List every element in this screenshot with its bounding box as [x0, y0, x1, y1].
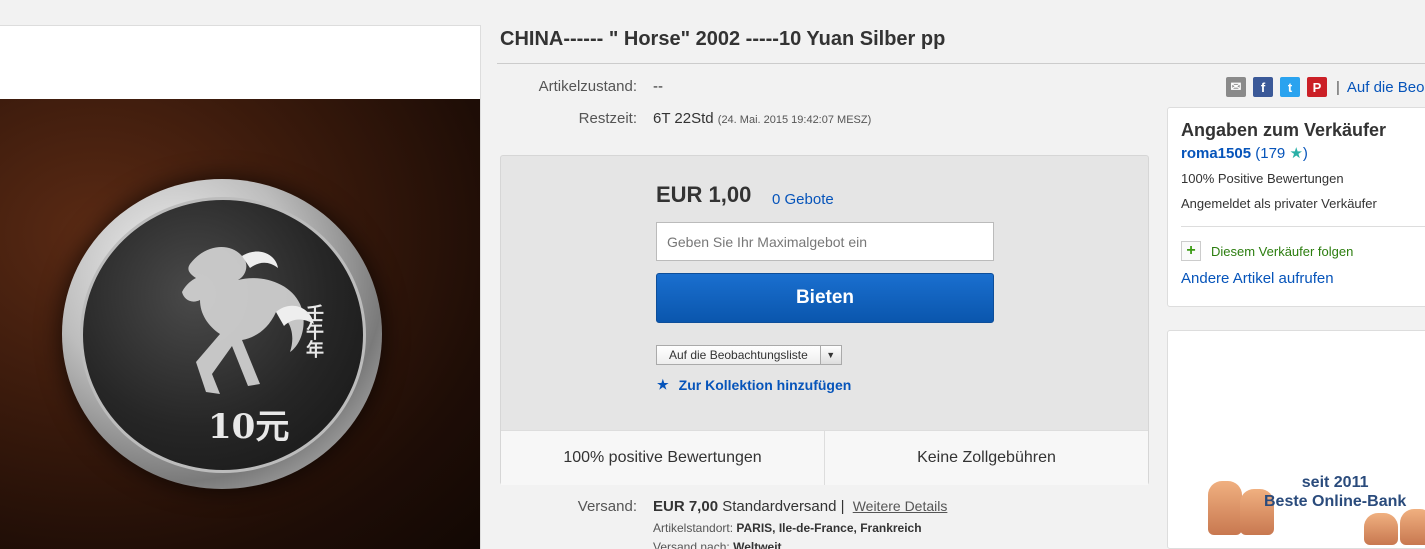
ad-line-1: seit 2011	[1301, 474, 1369, 491]
ships-to-value: Weltweit	[733, 540, 782, 549]
seller-feedback-score[interactable]: (179 ★)	[1255, 145, 1308, 162]
no-customs-note: Keine Zollgebühren	[824, 431, 1148, 485]
condition-value: --	[653, 78, 663, 95]
coin-value-text: 10元	[208, 407, 290, 447]
star-icon: ★	[657, 377, 669, 392]
share-separator: |	[1336, 78, 1340, 96]
horse-image	[182, 246, 314, 394]
seller-name-line: roma1505 (179 ★)	[1181, 144, 1308, 162]
ships-to: Versand nach: Weltweit	[653, 540, 782, 549]
max-bid-input[interactable]	[656, 222, 994, 261]
watch-link[interactable]: Auf die Beo	[1347, 79, 1425, 96]
current-price: EUR 1,00	[656, 182, 752, 207]
location-label: Artikelstandort:	[653, 521, 734, 535]
location-value: PARIS, Ile-de-France, Frankreich	[736, 521, 922, 535]
title-divider	[497, 63, 1425, 64]
time-left-value: 6T 22Std (24. Mai. 2015 19:42:07 MESZ)	[653, 110, 871, 127]
follow-seller-link[interactable]: + Diesem Verkäufer folgen	[1181, 241, 1353, 261]
item-photo[interactable]: 10元 壬午年	[0, 99, 480, 549]
feedback-close: )	[1302, 145, 1308, 162]
plus-icon[interactable]: +	[1181, 241, 1201, 261]
shipping-label: Versand:	[577, 498, 637, 515]
positive-feedback-note: 100% positive Bewertungen	[563, 449, 762, 466]
watchlist-dropdown[interactable]: Auf die Beobachtungsliste ▼	[656, 345, 842, 365]
seller-divider	[1181, 226, 1425, 227]
page: 10元 壬午年 CHINA------ " Horse" 2002 -----1…	[0, 0, 1425, 549]
ships-to-label: Versand nach:	[653, 540, 730, 549]
twitter-icon[interactable]: t	[1280, 77, 1300, 97]
other-items-link[interactable]: Andere Artikel aufrufen	[1181, 270, 1334, 287]
add-to-collection-label[interactable]: Zur Kollektion hinzufügen	[679, 377, 852, 393]
ad-line-2: Beste Online-Bank	[1264, 493, 1407, 510]
item-title: CHINA------ " Horse" 2002 -----10 Yuan S…	[500, 28, 946, 50]
seller-name-link[interactable]: roma1505	[1181, 145, 1251, 162]
condition-label: Artikelzustand:	[538, 78, 637, 95]
time-left-label: Restzeit:	[578, 110, 637, 127]
mail-icon[interactable]: ✉	[1226, 77, 1246, 97]
shipping-details-link[interactable]: Weitere Details	[853, 498, 948, 514]
bid-count-link[interactable]: 0 Gebote	[772, 191, 834, 208]
pinterest-icon[interactable]: P	[1307, 77, 1327, 97]
end-date: (24. Mai. 2015 19:42:07 MESZ)	[717, 114, 872, 126]
shipping-method: Standardversand |	[722, 498, 845, 515]
seller-info-box: Angaben zum Verkäufer roma1505 (179 ★) 1…	[1167, 107, 1425, 307]
share-bar: ✉ f t P | Auf die Beo	[1226, 77, 1424, 97]
image-panel: 10元 壬午年	[0, 25, 481, 549]
add-to-collection-link[interactable]: ★ Zur Kollektion hinzufügen	[657, 377, 851, 393]
shipping-line: EUR 7,00 Standardversand | Weitere Detai…	[653, 498, 947, 515]
thumbs-up-icon	[1400, 509, 1425, 545]
advertisement[interactable]: seit 2011 Beste Online-Bank	[1167, 330, 1425, 549]
bid-button[interactable]: Bieten	[656, 273, 994, 323]
time-left-duration: 6T 22Std	[653, 110, 714, 127]
seller-registration-type: Angemeldet als privater Verkäufer	[1181, 196, 1377, 211]
watchlist-dropdown-label[interactable]: Auf die Beobachtungsliste	[657, 346, 821, 364]
shipping-cost: EUR 7,00	[653, 498, 719, 515]
thumbs-up-icon	[1364, 513, 1398, 545]
chevron-down-icon[interactable]: ▼	[820, 346, 841, 364]
bid-footer: 100% positive Bewertungen Keine Zollgebü…	[501, 430, 1148, 485]
facebook-icon[interactable]: f	[1253, 77, 1273, 97]
seller-positive-rating: 100% Positive Bewertungen	[1181, 171, 1344, 186]
feedback-star-icon: ★	[1289, 145, 1303, 162]
ad-text: seit 2011 Beste Online-Bank	[1264, 473, 1406, 511]
bid-box: EUR 1,00 0 Gebote Bieten Auf die Beobach…	[500, 155, 1149, 485]
feedback-count[interactable]: (179	[1255, 145, 1285, 162]
item-location: Artikelstandort: PARIS, Ile-de-France, F…	[653, 521, 922, 535]
thumbs-up-icon	[1208, 481, 1242, 535]
follow-seller-label[interactable]: Diesem Verkäufer folgen	[1211, 244, 1353, 259]
coin-year-text: 壬午年	[303, 304, 324, 358]
seller-heading: Angaben zum Verkäufer	[1181, 120, 1387, 140]
